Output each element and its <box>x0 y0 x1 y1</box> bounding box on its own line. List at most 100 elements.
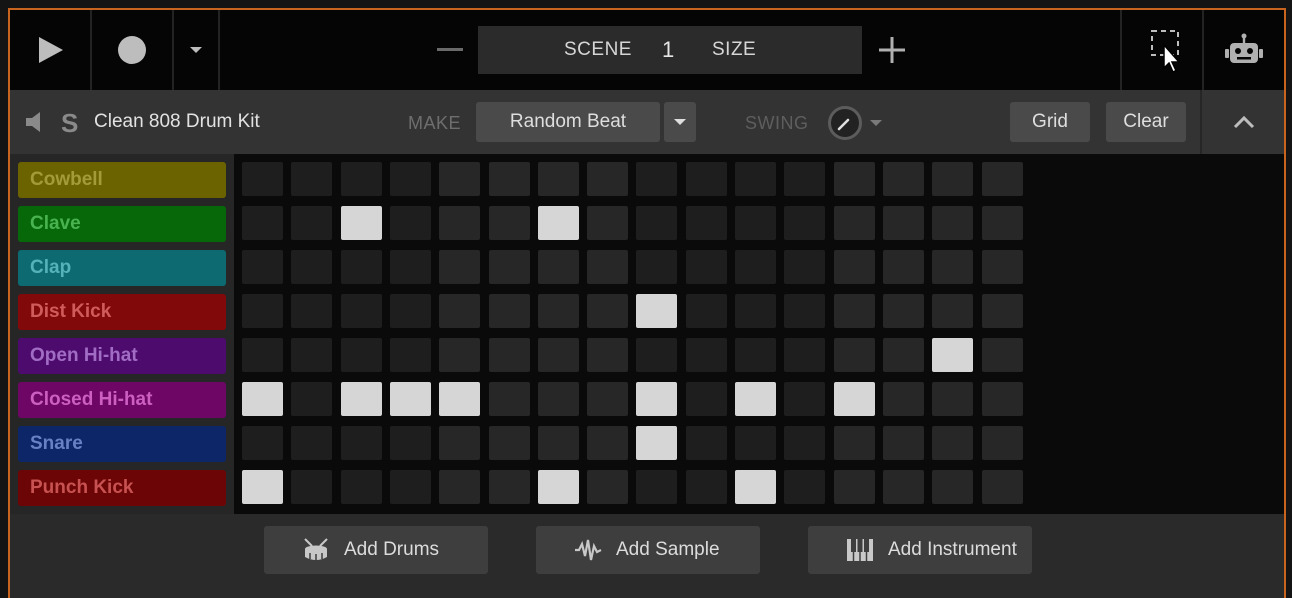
step-cell[interactable] <box>390 426 431 460</box>
step-cell[interactable] <box>291 470 332 504</box>
step-cell[interactable] <box>932 338 973 372</box>
solo-icon[interactable]: S <box>60 108 80 136</box>
step-cell[interactable] <box>587 338 628 372</box>
step-cell[interactable] <box>735 294 776 328</box>
scene-increase-button[interactable] <box>872 10 912 90</box>
ai-assistant-button[interactable] <box>1204 10 1284 90</box>
step-cell[interactable] <box>439 162 480 196</box>
add-sample-button[interactable]: Add Sample <box>536 526 760 574</box>
step-cell[interactable] <box>636 294 677 328</box>
step-cell[interactable] <box>489 294 530 328</box>
play-button[interactable] <box>10 10 90 90</box>
step-cell[interactable] <box>291 294 332 328</box>
step-cell[interactable] <box>834 294 875 328</box>
step-cell[interactable] <box>735 206 776 240</box>
random-beat-dropdown[interactable] <box>664 102 696 142</box>
step-cell[interactable] <box>538 250 579 284</box>
instrument-label-clap[interactable]: Clap <box>18 250 226 286</box>
step-cell[interactable] <box>932 294 973 328</box>
step-cell[interactable] <box>341 382 382 416</box>
step-cell[interactable] <box>784 470 825 504</box>
clear-button[interactable]: Clear <box>1106 102 1186 142</box>
step-cell[interactable] <box>686 206 727 240</box>
step-cell[interactable] <box>390 162 431 196</box>
step-cell[interactable] <box>341 470 382 504</box>
step-cell[interactable] <box>834 470 875 504</box>
instrument-label-dist-kick[interactable]: Dist Kick <box>18 294 226 330</box>
step-cell[interactable] <box>439 294 480 328</box>
step-cell[interactable] <box>390 470 431 504</box>
step-cell[interactable] <box>932 162 973 196</box>
instrument-label-clave[interactable]: Clave <box>18 206 226 242</box>
swing-knob[interactable] <box>828 106 862 140</box>
step-cell[interactable] <box>341 426 382 460</box>
step-cell[interactable] <box>636 162 677 196</box>
step-cell[interactable] <box>291 250 332 284</box>
scene-decrease-button[interactable] <box>430 10 470 90</box>
step-cell[interactable] <box>883 162 924 196</box>
step-cell[interactable] <box>587 294 628 328</box>
step-cell[interactable] <box>883 382 924 416</box>
step-cell[interactable] <box>439 206 480 240</box>
step-cell[interactable] <box>636 206 677 240</box>
size-label[interactable]: SIZE <box>712 39 756 61</box>
step-cell[interactable] <box>784 426 825 460</box>
step-cell[interactable] <box>784 294 825 328</box>
step-cell[interactable] <box>883 294 924 328</box>
step-cell[interactable] <box>636 426 677 460</box>
step-cell[interactable] <box>686 294 727 328</box>
step-cell[interactable] <box>538 162 579 196</box>
step-cell[interactable] <box>538 470 579 504</box>
collapse-button[interactable] <box>1204 90 1284 154</box>
step-cell[interactable] <box>686 426 727 460</box>
step-cell[interactable] <box>489 338 530 372</box>
step-cell[interactable] <box>341 294 382 328</box>
step-cell[interactable] <box>489 382 530 416</box>
step-cell[interactable] <box>883 426 924 460</box>
step-cell[interactable] <box>636 470 677 504</box>
step-cell[interactable] <box>636 338 677 372</box>
instrument-label-snare[interactable]: Snare <box>18 426 226 462</box>
step-cell[interactable] <box>538 294 579 328</box>
step-cell[interactable] <box>538 426 579 460</box>
step-cell[interactable] <box>982 162 1023 196</box>
step-cell[interactable] <box>390 250 431 284</box>
swing-dropdown[interactable] <box>870 114 882 132</box>
step-cell[interactable] <box>883 470 924 504</box>
step-cell[interactable] <box>636 382 677 416</box>
step-cell[interactable] <box>932 426 973 460</box>
instrument-label-open-hi-hat[interactable]: Open Hi-hat <box>18 338 226 374</box>
step-cell[interactable] <box>390 338 431 372</box>
step-cell[interactable] <box>932 470 973 504</box>
step-cell[interactable] <box>341 162 382 196</box>
step-cell[interactable] <box>291 338 332 372</box>
step-cell[interactable] <box>735 338 776 372</box>
step-cell[interactable] <box>291 426 332 460</box>
step-cell[interactable] <box>439 382 480 416</box>
step-cell[interactable] <box>982 382 1023 416</box>
step-cell[interactable] <box>784 382 825 416</box>
step-cell[interactable] <box>735 250 776 284</box>
step-cell[interactable] <box>291 162 332 196</box>
step-cell[interactable] <box>883 250 924 284</box>
step-cell[interactable] <box>834 250 875 284</box>
step-cell[interactable] <box>735 382 776 416</box>
add-instrument-button[interactable]: Add Instrument <box>808 526 1032 574</box>
step-cell[interactable] <box>291 382 332 416</box>
step-cell[interactable] <box>982 250 1023 284</box>
step-cell[interactable] <box>439 426 480 460</box>
step-cell[interactable] <box>242 206 283 240</box>
random-beat-button[interactable]: Random Beat <box>476 102 660 142</box>
instrument-label-cowbell[interactable]: Cowbell <box>18 162 226 198</box>
step-cell[interactable] <box>439 338 480 372</box>
step-cell[interactable] <box>784 250 825 284</box>
speaker-icon[interactable] <box>24 110 44 134</box>
step-cell[interactable] <box>686 470 727 504</box>
step-cell[interactable] <box>932 250 973 284</box>
step-cell[interactable] <box>587 206 628 240</box>
step-cell[interactable] <box>587 162 628 196</box>
step-cell[interactable] <box>834 162 875 196</box>
step-cell[interactable] <box>242 162 283 196</box>
step-cell[interactable] <box>242 294 283 328</box>
step-cell[interactable] <box>242 470 283 504</box>
